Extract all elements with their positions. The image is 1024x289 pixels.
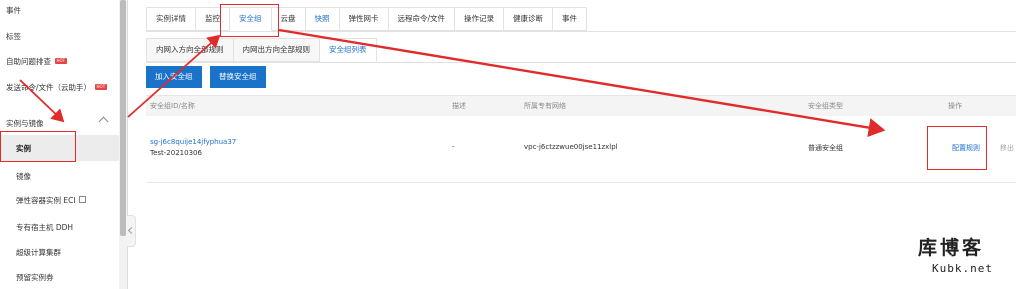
annotation-arrows: [19, 28, 886, 138]
arrow-to-configure-rules: [278, 28, 886, 138]
watermark-domain: Kubk.net: [932, 262, 993, 275]
arrow-to-security-group-tab: [127, 34, 221, 118]
arrow-to-instance: [19, 79, 65, 123]
watermark-logo-text: 库博客: [918, 237, 985, 259]
